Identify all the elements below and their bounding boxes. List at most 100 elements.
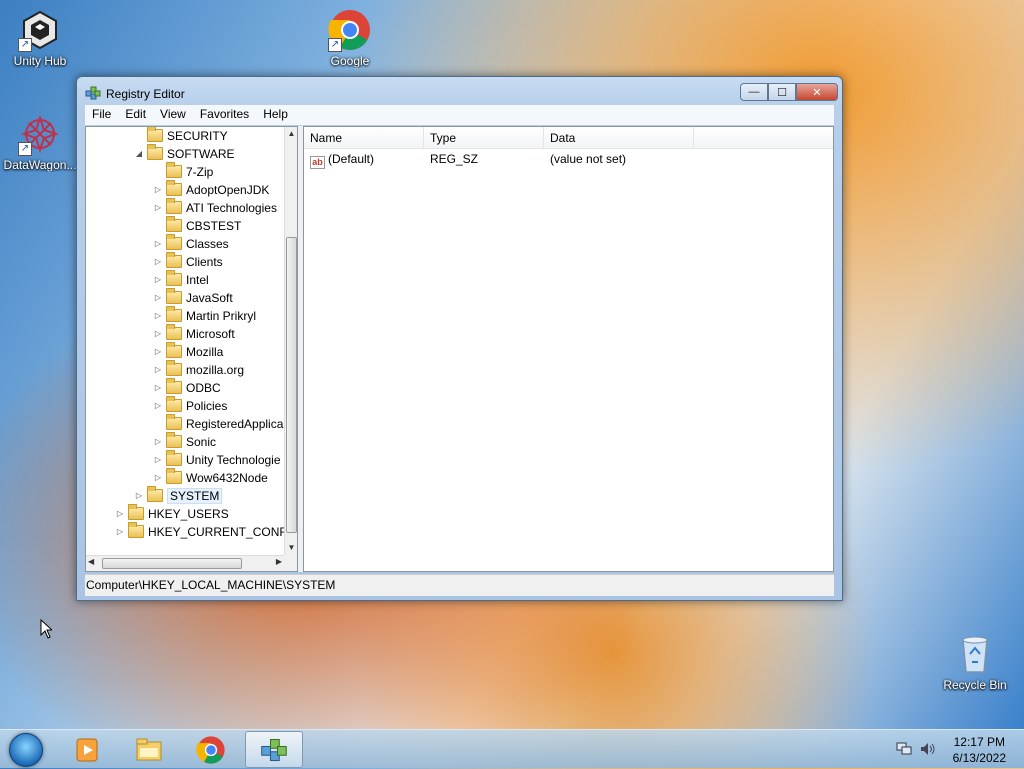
scroll-thumb[interactable] bbox=[102, 558, 242, 569]
file-explorer-icon bbox=[136, 738, 162, 760]
tree-item-label: Sonic bbox=[186, 435, 217, 449]
tree-item[interactable]: RegisteredApplica bbox=[152, 414, 283, 433]
tree-item[interactable]: ▷ Wow6432Node bbox=[152, 468, 268, 487]
expand-arrow-icon[interactable]: ▷ bbox=[152, 379, 164, 397]
folder-icon bbox=[166, 342, 182, 358]
tree-item[interactable]: ▷ Clients bbox=[152, 252, 223, 271]
expand-arrow-icon[interactable]: ▷ bbox=[152, 325, 164, 343]
scroll-down-icon[interactable]: ▼ bbox=[285, 541, 297, 555]
tree-item[interactable]: ▷ AdoptOpenJDK bbox=[152, 180, 269, 199]
scroll-right-icon[interactable]: ▶ bbox=[276, 557, 282, 566]
tree-item[interactable]: ▷ Mozilla bbox=[152, 342, 223, 361]
registry-editor-window[interactable]: Registry Editor — ☐ ✕ File Edit View Fav… bbox=[76, 76, 843, 601]
scroll-up-icon[interactable]: ▲ bbox=[285, 127, 297, 141]
expand-arrow-icon[interactable]: ▷ bbox=[152, 361, 164, 379]
media-player-icon bbox=[76, 738, 98, 761]
tree-item[interactable]: ▷ SYSTEM bbox=[133, 486, 223, 505]
expand-arrow-icon[interactable]: ▷ bbox=[133, 487, 145, 505]
tree-item[interactable]: ▷ JavaSoft bbox=[152, 288, 233, 307]
expand-arrow-icon[interactable]: ▷ bbox=[152, 199, 164, 217]
minimize-button[interactable]: — bbox=[740, 83, 768, 101]
unity-hub-icon: ↗ bbox=[18, 8, 62, 52]
expand-arrow-icon[interactable]: ▷ bbox=[152, 271, 164, 289]
folder-icon bbox=[166, 306, 182, 322]
windows-logo-icon bbox=[9, 732, 43, 767]
menu-favorites[interactable]: Favorites bbox=[193, 105, 256, 125]
tree-horizontal-scrollbar[interactable]: ◀ ▶ bbox=[86, 555, 284, 571]
tree-item[interactable]: 7-Zip bbox=[152, 162, 213, 181]
desktop-icon-label: Google bbox=[330, 54, 370, 68]
taskbar-file-explorer[interactable] bbox=[120, 731, 178, 768]
tree-item-label: ATI Technologies bbox=[186, 201, 277, 215]
value-data: (value not set) bbox=[550, 152, 627, 166]
folder-icon bbox=[166, 360, 182, 376]
tree-item[interactable]: ▷ ODBC bbox=[152, 378, 221, 397]
volume-icon[interactable] bbox=[920, 742, 936, 756]
title-bar[interactable]: Registry Editor — ☐ ✕ bbox=[77, 77, 842, 107]
scroll-left-icon[interactable]: ◀ bbox=[88, 557, 94, 566]
key-tree-pane[interactable]: SECURITY ◢ SOFTWARE 7-Zip ▷ AdoptOpenJDK ▷ ATI … bbox=[85, 126, 298, 572]
menu-view[interactable]: View bbox=[153, 105, 193, 125]
tree-item[interactable]: SECURITY bbox=[133, 127, 228, 145]
taskbar-media-player[interactable] bbox=[58, 731, 116, 768]
tree-item[interactable]: ▷ Unity Technologie bbox=[152, 450, 281, 469]
list-item[interactable]: ab (Default) REG_SZ (value not set) bbox=[304, 149, 833, 169]
tree-item[interactable]: CBSTEST bbox=[152, 216, 241, 235]
tree-item[interactable]: ▷ HKEY_USERS bbox=[114, 504, 229, 523]
column-header-type[interactable]: Type bbox=[424, 127, 544, 149]
expand-arrow-icon[interactable]: ▷ bbox=[152, 289, 164, 307]
taskbar-chrome[interactable] bbox=[182, 731, 240, 768]
expand-arrow-icon[interactable]: ▷ bbox=[152, 469, 164, 487]
expand-arrow-icon[interactable]: ▷ bbox=[152, 397, 164, 415]
menu-file[interactable]: File bbox=[85, 105, 118, 125]
expand-arrow-icon[interactable]: ▷ bbox=[152, 235, 164, 253]
maximize-button[interactable]: ☐ bbox=[768, 83, 796, 101]
network-icon[interactable] bbox=[896, 742, 912, 756]
desktop-icon-unity-hub[interactable]: ↗ Unity Hub bbox=[0, 8, 80, 68]
tree-item[interactable]: ◢ SOFTWARE bbox=[133, 144, 235, 163]
folder-icon bbox=[166, 216, 182, 232]
close-button[interactable]: ✕ bbox=[796, 83, 838, 101]
expand-arrow-icon[interactable]: ▷ bbox=[152, 433, 164, 451]
tree-item[interactable]: ▷ Martin Prikryl bbox=[152, 306, 256, 325]
expand-arrow-icon[interactable]: ▷ bbox=[114, 523, 126, 541]
menu-help[interactable]: Help bbox=[256, 105, 295, 125]
expand-arrow-icon[interactable]: ▷ bbox=[152, 307, 164, 325]
expand-arrow-icon[interactable]: ▷ bbox=[152, 253, 164, 271]
tree-vertical-scrollbar[interactable]: ▲ ▼ bbox=[284, 127, 297, 555]
expand-arrow-icon[interactable]: ▷ bbox=[152, 451, 164, 469]
expand-arrow-icon[interactable]: ▷ bbox=[152, 343, 164, 361]
shortcut-arrow-icon: ↗ bbox=[18, 38, 32, 52]
taskbar-registry-editor[interactable] bbox=[245, 731, 303, 768]
tree-item-label: Unity Technologie bbox=[186, 453, 281, 467]
desktop-icon-datawagon[interactable]: ↗ DataWagon... bbox=[0, 112, 80, 172]
collapse-arrow-icon[interactable]: ◢ bbox=[133, 145, 145, 163]
folder-icon bbox=[147, 486, 163, 502]
tree-item[interactable]: ▷ Microsoft bbox=[152, 324, 235, 343]
tree-item[interactable]: ▷ ATI Technologies bbox=[152, 198, 277, 217]
tree-item[interactable]: ▷ HKEY_CURRENT_CONFIG bbox=[114, 522, 284, 541]
desktop-icon-recycle-bin[interactable]: Recycle Bin bbox=[935, 632, 1015, 692]
list-header: Name Type Data bbox=[304, 127, 833, 149]
folder-icon bbox=[166, 432, 182, 448]
value-type: REG_SZ bbox=[430, 152, 479, 166]
column-header-name[interactable]: Name bbox=[304, 127, 424, 149]
menu-edit[interactable]: Edit bbox=[118, 105, 153, 125]
expand-arrow-icon[interactable]: ▷ bbox=[114, 505, 126, 523]
values-list-pane[interactable]: Name Type Data ab (Default) REG_SZ (value… bbox=[303, 126, 834, 572]
start-button[interactable] bbox=[4, 731, 48, 768]
tree-item[interactable]: ▷ Intel bbox=[152, 270, 209, 289]
folder-icon bbox=[166, 162, 182, 178]
registry-editor-icon bbox=[85, 85, 101, 101]
tree-item[interactable]: ▷ mozilla.org bbox=[152, 360, 244, 379]
tree-item[interactable]: ▷ Sonic bbox=[152, 432, 217, 451]
tree-item[interactable]: ▷ Policies bbox=[152, 396, 227, 415]
expand-arrow-icon[interactable]: ▷ bbox=[152, 181, 164, 199]
folder-icon bbox=[166, 270, 182, 286]
desktop-icon-google[interactable]: ↗ Google bbox=[310, 8, 390, 68]
clock[interactable]: 12:17 PM 6/13/2022 bbox=[953, 734, 1006, 766]
tree-item[interactable]: ▷ Classes bbox=[152, 234, 229, 253]
scroll-thumb[interactable] bbox=[286, 237, 297, 533]
desktop-icon-label: Unity Hub bbox=[13, 54, 67, 68]
column-header-data[interactable]: Data bbox=[544, 127, 694, 149]
